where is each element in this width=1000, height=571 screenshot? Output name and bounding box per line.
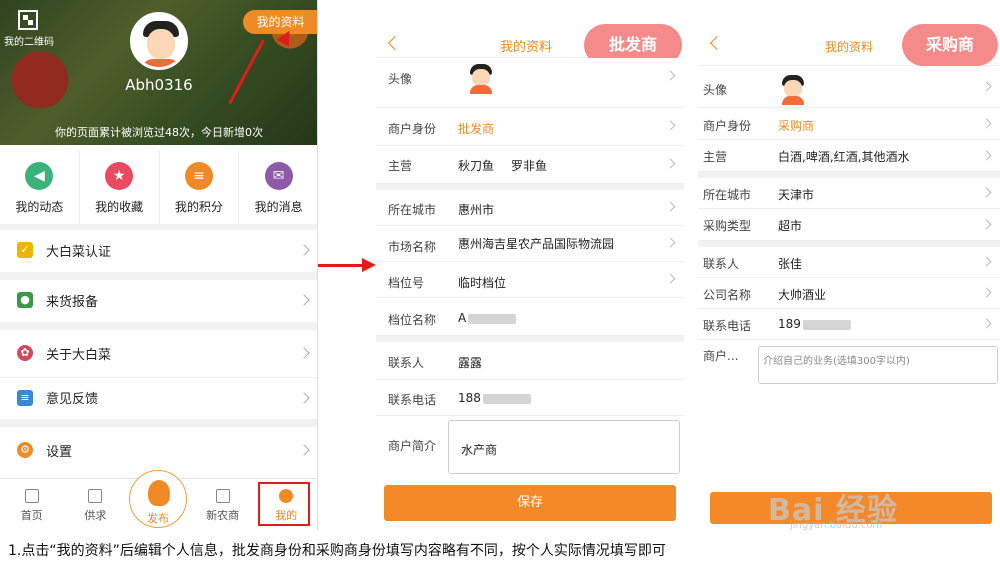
highlight-box (258, 482, 310, 526)
chevron-right-icon (981, 81, 992, 92)
chevron-right-icon (981, 256, 992, 267)
caption: 1.点击“我的资料”后编辑个人信息，批发商身份和采购商身份填写内容略有不同，按个… (8, 543, 666, 559)
redacted-text (468, 313, 517, 324)
chevron-right-icon (665, 120, 676, 131)
tab-home[interactable]: 首页 (0, 479, 64, 530)
gear-icon: ⚙ (17, 442, 33, 458)
page-title: 我的资料 (500, 40, 553, 55)
publish-icon (148, 480, 170, 506)
avatar-row[interactable]: 头像 (698, 66, 1000, 108)
cabbage-icon: ✿ (17, 345, 33, 361)
save-button[interactable]: 保存 (384, 485, 676, 521)
my-profile-home-screen: 我的二维码 我的资料 Abh0316 你的页面累计被浏览过48次，今日新增0次 … (0, 0, 318, 530)
chevron-right-icon (298, 347, 310, 359)
back-icon[interactable] (387, 35, 403, 51)
chevron-right-icon (298, 244, 310, 256)
menu-item-delivery-report[interactable]: ● 来货报备 (0, 280, 317, 320)
phone-row[interactable]: 联系电话 188 (376, 380, 684, 416)
company-row[interactable]: 公司名称 大帅酒业 (698, 278, 1000, 309)
megaphone-icon: ◀ (25, 162, 54, 190)
menu-item-settings[interactable]: ⚙ 设置 (0, 430, 317, 470)
stall-number-row[interactable]: 档位号 临时档位 (376, 262, 684, 298)
identity-row[interactable]: 商户身份 采购商 (698, 108, 1000, 140)
chevron-right-icon (981, 187, 992, 198)
quick-item-my-messages[interactable]: ✉ 我的消息 (239, 150, 317, 224)
avatar (780, 75, 806, 105)
chevron-right-icon (298, 294, 310, 306)
tab-supply-demand[interactable]: 供求 (64, 479, 128, 530)
stall-name-row[interactable]: 档位名称 A (376, 298, 684, 336)
chevron-right-icon (981, 318, 992, 329)
mail-icon: ✉ (264, 162, 293, 190)
city-row[interactable]: 所在城市 惠州市 (376, 190, 684, 226)
quick-item-my-points[interactable]: ≡ 我的积分 (160, 150, 240, 224)
intro-field[interactable]: 水产商 (448, 420, 680, 474)
chevron-right-icon (665, 70, 676, 81)
home-icon (24, 489, 39, 503)
avatar (468, 64, 494, 94)
star-icon: ★ (105, 162, 134, 190)
publish-label: 发布 (147, 512, 169, 525)
quick-actions: ◀ 我的动态 ★ 我的收藏 ≡ 我的积分 ✉ 我的消息 (0, 150, 317, 224)
quick-item-my-activity[interactable]: ◀ 我的动态 (0, 150, 80, 224)
contacts-icon (215, 489, 230, 503)
watermark-url: jingyan.baidu.com (790, 520, 883, 531)
chevron-right-icon (298, 444, 310, 456)
contact-row[interactable]: 联系人 露露 (376, 342, 684, 380)
page-title: 我的资料 (825, 40, 874, 54)
chevron-right-icon (665, 158, 676, 169)
tab-new-farmer[interactable]: 新农商 (191, 479, 255, 530)
chat-icon: ≡ (17, 389, 33, 406)
annotation-arrow (318, 264, 366, 267)
chevron-right-icon (981, 118, 992, 129)
quick-item-my-favorites[interactable]: ★ 我的收藏 (80, 150, 160, 224)
role-badge: 采购商 (902, 24, 998, 66)
chevron-right-icon (981, 150, 992, 161)
phone-row[interactable]: 联系电话 189 (698, 309, 1000, 340)
avatar-row[interactable]: 头像 (376, 58, 684, 108)
city-row[interactable]: 所在城市 天津市 (698, 178, 1000, 209)
username: Abh0316 (125, 76, 193, 94)
menu-item-certification[interactable]: ✓ 大白菜认证 (0, 230, 317, 270)
back-icon[interactable] (709, 35, 725, 51)
wholesaler-profile-screen: 我的资料 批发商 头像 商户身份 批发商 主营 秋刀鱼 罗非鱼 所在城市 惠州市… (376, 0, 684, 530)
shield-icon: ✓ (17, 242, 33, 258)
menu-item-feedback[interactable]: ≡ 意见反馈 (0, 377, 317, 417)
menu-item-about[interactable]: ✿ 关于大白菜 (0, 333, 317, 373)
chevron-right-icon (298, 391, 310, 404)
user-icon: ● (17, 292, 33, 308)
redacted-text (482, 393, 531, 404)
grid-icon (88, 489, 103, 503)
chevron-right-icon (665, 237, 676, 248)
business-row[interactable]: 主营 白酒,啤酒,红酒,其他酒水 (698, 140, 1000, 172)
contact-row[interactable]: 联系人 张佳 (698, 247, 1000, 278)
qr-code-icon[interactable] (18, 10, 38, 30)
chevron-right-icon (665, 273, 676, 284)
visit-count-text: 你的页面累计被浏览过48次，今日新增0次 (55, 126, 263, 139)
avatar[interactable] (130, 12, 188, 70)
purchaser-profile-screen: 我的资料 采购商 头像 商户身份 采购商 主营 白酒,啤酒,红酒,其他酒水 所在… (698, 0, 1000, 530)
redacted-text (802, 319, 851, 330)
qr-code-label[interactable]: 我的二维码 (4, 33, 54, 48)
chevron-right-icon (981, 219, 992, 230)
intro-field[interactable]: 介绍自己的业务(选填300字以内) (758, 346, 998, 384)
chevron-right-icon (981, 287, 992, 298)
chevron-right-icon (665, 201, 676, 212)
annotation-arrow-head (362, 258, 376, 272)
market-row[interactable]: 市场名称 惠州海吉星农产品国际物流园 (376, 226, 684, 262)
coins-icon: ≡ (184, 162, 213, 190)
business-row[interactable]: 主营 秋刀鱼 罗非鱼 (376, 146, 684, 184)
purchase-type-row[interactable]: 采购类型 超市 (698, 209, 1000, 241)
identity-row[interactable]: 商户身份 批发商 (376, 108, 684, 146)
